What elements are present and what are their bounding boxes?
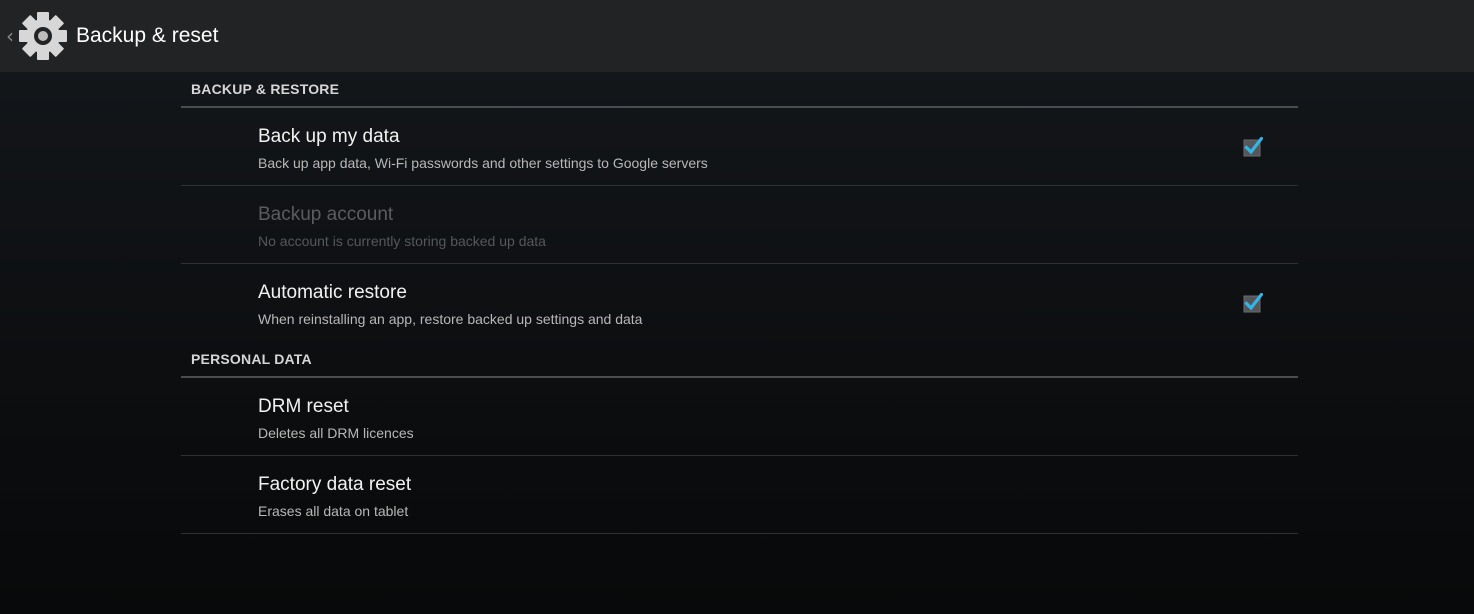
pref-summary: Erases all data on tablet — [258, 503, 409, 519]
pref-title: DRM reset — [258, 396, 349, 417]
pref-backup-my-data[interactable]: Back up my data Back up app data, Wi-Fi … — [181, 108, 1298, 186]
settings-screen: ‹ Backup & reset BACKUP & RESTORE Back u… — [0, 0, 1474, 614]
automatic-restore-checkbox[interactable] — [1243, 293, 1263, 313]
pref-title: Back up my data — [258, 126, 400, 147]
pref-title: Backup account — [258, 204, 394, 225]
page-title: Backup & reset — [76, 24, 219, 47]
pref-backup-account: Backup account No account is currently s… — [181, 186, 1298, 264]
pref-title: Factory data reset — [258, 474, 412, 495]
pref-summary: When reinstalling an app, restore backed… — [258, 311, 643, 327]
pref-title: Automatic restore — [258, 282, 407, 303]
up-button[interactable]: ‹ — [0, 0, 76, 72]
pref-automatic-restore[interactable]: Automatic restore When reinstalling an a… — [181, 264, 1298, 342]
category-label: BACKUP & RESTORE — [191, 81, 340, 97]
pref-summary: No account is currently storing backed u… — [258, 233, 546, 249]
pref-factory-data-reset[interactable]: Factory data reset Erases all data on ta… — [181, 456, 1298, 534]
category-label: PERSONAL DATA — [191, 351, 312, 367]
action-bar: ‹ Backup & reset — [0, 0, 1474, 72]
pref-drm-reset[interactable]: DRM reset Deletes all DRM licences — [181, 378, 1298, 456]
category-backup-restore: BACKUP & RESTORE — [181, 72, 1298, 108]
chevron-left-icon: ‹ — [6, 24, 14, 48]
backup-data-checkbox[interactable] — [1243, 137, 1263, 157]
gear-icon — [19, 12, 67, 60]
pref-summary: Back up app data, Wi-Fi passwords and ot… — [258, 155, 708, 171]
pref-summary: Deletes all DRM licences — [258, 425, 414, 441]
preferences-list: BACKUP & RESTORE Back up my data Back up… — [181, 72, 1298, 534]
category-personal-data: PERSONAL DATA — [181, 342, 1298, 378]
